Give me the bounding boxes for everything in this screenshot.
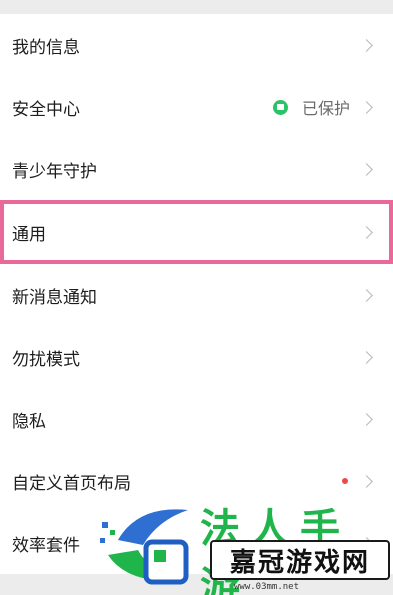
chevron-right-icon — [360, 474, 373, 488]
chevron-right-icon — [360, 38, 373, 52]
settings-item-label: 自定义首页布局 — [12, 473, 131, 494]
settings-item-my-info[interactable]: 我的信息 — [0, 14, 393, 76]
settings-item-label: 勿扰模式 — [12, 349, 80, 370]
new-badge-dot — [342, 478, 348, 484]
chevron-right-icon — [360, 100, 373, 114]
top-spacer — [0, 0, 393, 14]
chevron-right-icon — [360, 288, 373, 302]
chevron-right-icon — [360, 350, 373, 364]
settings-item-security-center[interactable]: 安全中心 已保护 — [0, 76, 393, 138]
watermark-title: 嘉冠游戏网 — [210, 540, 390, 580]
watermark-url: www.03mm.net — [234, 582, 300, 592]
settings-item-label: 通用 — [12, 224, 46, 245]
settings-item-label: 安全中心 — [12, 99, 80, 120]
settings-item-general[interactable]: 通用 — [0, 200, 393, 264]
site-watermark: 法人手游 嘉冠游戏网 www.03mm.net — [98, 498, 393, 595]
settings-item-label: 我的信息 — [12, 37, 80, 58]
security-status: 已保护 — [272, 95, 350, 119]
settings-item-do-not-disturb[interactable]: 勿扰模式 — [0, 326, 393, 388]
watermark-logo-icon — [100, 509, 189, 585]
settings-list: 我的信息 安全中心 已保护 青少年守护 通用 新消息通知 勿扰模式 隐私 自定义… — [0, 14, 393, 574]
settings-item-label: 隐私 — [12, 411, 46, 432]
chevron-right-icon — [360, 225, 373, 239]
lock-shield-icon — [272, 99, 288, 115]
settings-item-privacy[interactable]: 隐私 — [0, 388, 393, 450]
chevron-right-icon — [360, 162, 373, 176]
settings-item-label: 青少年守护 — [12, 161, 97, 182]
security-status-text: 已保护 — [301, 99, 350, 118]
settings-item-youth-guard[interactable]: 青少年守护 — [0, 138, 393, 200]
chevron-right-icon — [360, 412, 373, 426]
settings-item-label: 新消息通知 — [12, 287, 97, 308]
settings-item-notifications[interactable]: 新消息通知 — [0, 264, 393, 326]
